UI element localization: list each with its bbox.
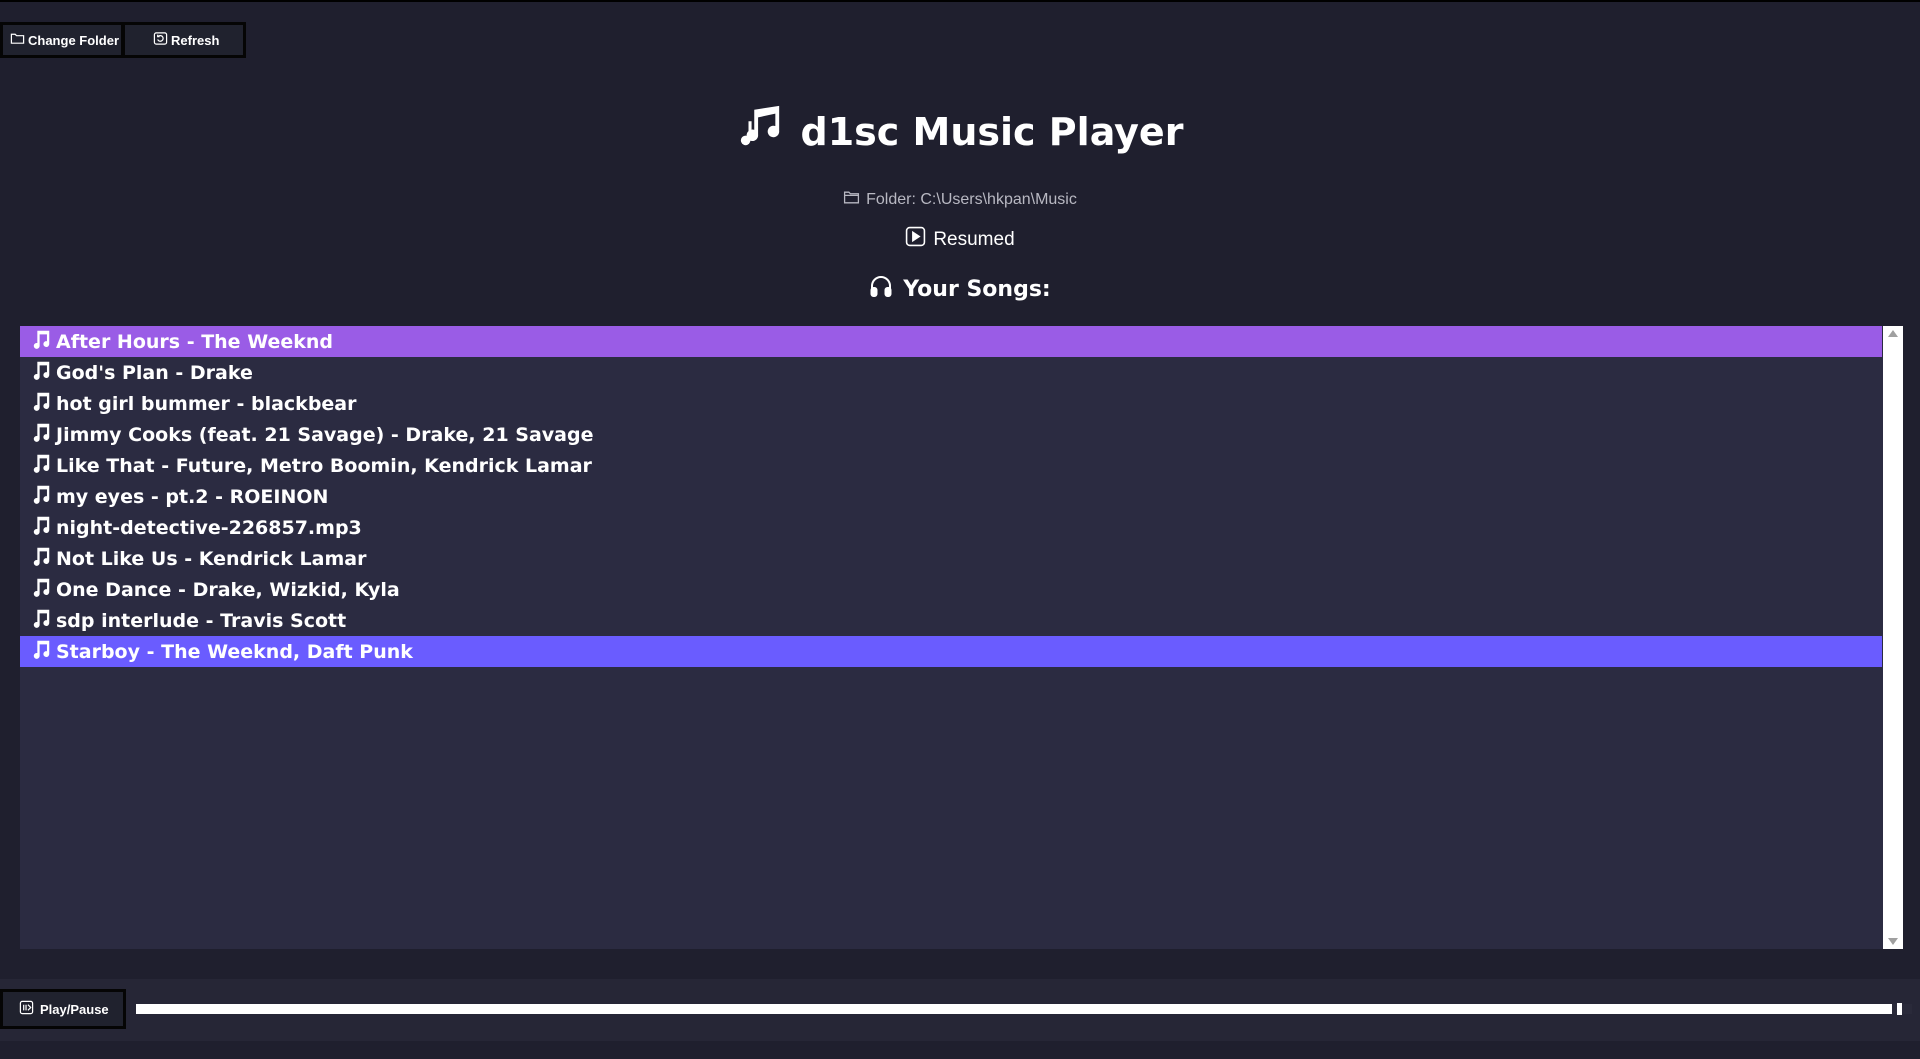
status-text: Resumed <box>933 228 1015 250</box>
folder-path: Folder: C:\Users\hkpan\Music <box>0 189 1920 211</box>
music-note-icon <box>30 638 52 665</box>
window-bottom-strip <box>0 1041 1920 1059</box>
song-title: God's Plan - Drake <box>56 361 253 384</box>
music-note-icon <box>30 359 52 386</box>
list-scrollbar[interactable] <box>1883 326 1903 949</box>
songs-heading-text: Your Songs: <box>903 276 1051 302</box>
refresh-icon <box>153 31 168 49</box>
song-row[interactable]: One Dance - Drake, Wizkid, Kyla <box>20 574 1882 605</box>
song-row[interactable]: Starboy - The Weeknd, Daft Punk <box>20 636 1882 667</box>
music-note-icon <box>30 452 52 479</box>
song-title: Not Like Us - Kendrick Lamar <box>56 547 367 570</box>
song-title: sdp interlude - Travis Scott <box>56 609 347 632</box>
music-note-icon <box>30 607 52 634</box>
headphones-icon <box>869 274 893 304</box>
play-icon <box>905 226 926 253</box>
play-pause-label: Play/Pause <box>40 1001 109 1017</box>
window-top-border <box>0 0 1920 2</box>
song-row[interactable]: God's Plan - Drake <box>20 357 1882 388</box>
song-title: my eyes - pt.2 - ROEINON <box>56 485 329 508</box>
song-list-items: After Hours - The Weeknd God's Plan - Dra… <box>20 326 1882 667</box>
toolbar: Change Folder Refresh <box>0 22 246 60</box>
playback-status: Resumed <box>0 226 1920 253</box>
song-title: hot girl bummer - blackbear <box>56 392 357 415</box>
progress-handle[interactable] <box>1896 1003 1902 1015</box>
refresh-button[interactable]: Refresh <box>122 22 246 58</box>
scroll-up-arrow-icon[interactable] <box>1888 330 1898 337</box>
song-row[interactable]: sdp interlude - Travis Scott <box>20 605 1882 636</box>
music-note-icon <box>30 576 52 603</box>
music-note-icon <box>30 421 52 448</box>
play-pause-button[interactable]: Play/Pause <box>0 989 126 1029</box>
change-folder-button[interactable]: Change Folder <box>0 22 124 58</box>
song-row[interactable]: Like That - Future, Metro Boomin, Kendri… <box>20 450 1882 481</box>
song-row[interactable]: night-detective-226857.mp3 <box>20 512 1882 543</box>
music-note-icon <box>30 328 52 355</box>
song-row[interactable]: Jimmy Cooks (feat. 21 Savage) - Drake, 2… <box>20 419 1882 450</box>
song-row[interactable]: hot girl bummer - blackbear <box>20 388 1882 419</box>
app-title-text: d1sc Music Player <box>800 109 1184 154</box>
song-title: Like That - Future, Metro Boomin, Kendri… <box>56 454 592 477</box>
folder-path-text: Folder: C:\Users\hkpan\Music <box>866 191 1077 208</box>
songs-heading: Your Songs: <box>0 274 1920 304</box>
song-title: night-detective-226857.mp3 <box>56 516 362 539</box>
progress-slider[interactable] <box>136 1003 1912 1015</box>
song-title: Jimmy Cooks (feat. 21 Savage) - Drake, 2… <box>56 423 594 446</box>
song-title: Starboy - The Weeknd, Daft Punk <box>56 640 413 663</box>
song-list[interactable]: After Hours - The Weeknd God's Plan - Dra… <box>20 326 1903 949</box>
song-row[interactable]: Not Like Us - Kendrick Lamar <box>20 543 1882 574</box>
page-title: d1sc Music Player <box>0 104 1920 159</box>
progress-fill <box>136 1004 1892 1014</box>
play-pause-icon <box>19 1000 34 1018</box>
song-title: One Dance - Drake, Wizkid, Kyla <box>56 578 400 601</box>
music-note-icon <box>30 545 52 572</box>
folder-outline-icon <box>843 189 860 211</box>
scroll-down-arrow-icon[interactable] <box>1888 938 1898 945</box>
music-note-icon <box>30 483 52 510</box>
player-bar: Play/Pause <box>0 979 1920 1041</box>
song-row[interactable]: After Hours - The Weeknd <box>20 326 1882 357</box>
music-note-icon <box>30 514 52 541</box>
song-title: After Hours - The Weeknd <box>56 330 334 353</box>
music-note-icon <box>30 390 52 417</box>
refresh-label: Refresh <box>171 32 220 48</box>
change-folder-label: Change Folder <box>28 32 120 48</box>
song-row[interactable]: my eyes - pt.2 - ROEINON <box>20 481 1882 512</box>
folder-icon <box>10 31 25 49</box>
music-notes-icon <box>737 104 783 159</box>
